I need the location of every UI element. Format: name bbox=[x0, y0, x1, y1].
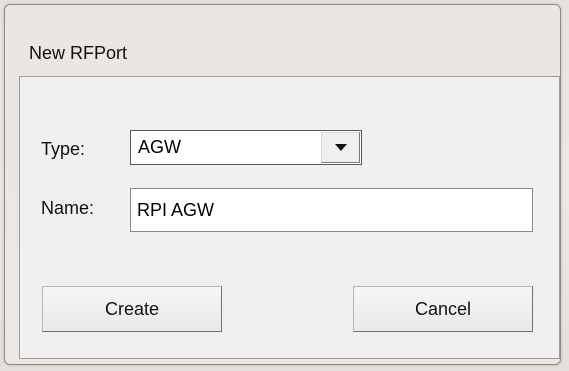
type-dropdown[interactable]: AGW bbox=[130, 130, 362, 165]
cancel-button[interactable]: Cancel bbox=[353, 286, 533, 332]
create-button[interactable]: Create bbox=[42, 286, 222, 332]
type-selected-value: AGW bbox=[138, 137, 181, 157]
chevron-down-icon bbox=[335, 144, 347, 151]
dialog-title: New RFPort bbox=[29, 43, 128, 63]
type-label: Type: bbox=[41, 139, 86, 159]
dropdown-button[interactable] bbox=[321, 132, 360, 163]
dialog-window: New RFPort Type: AGW Name: Create Cancel bbox=[4, 4, 561, 365]
name-label: Name: bbox=[41, 198, 95, 218]
name-field[interactable] bbox=[130, 188, 533, 232]
